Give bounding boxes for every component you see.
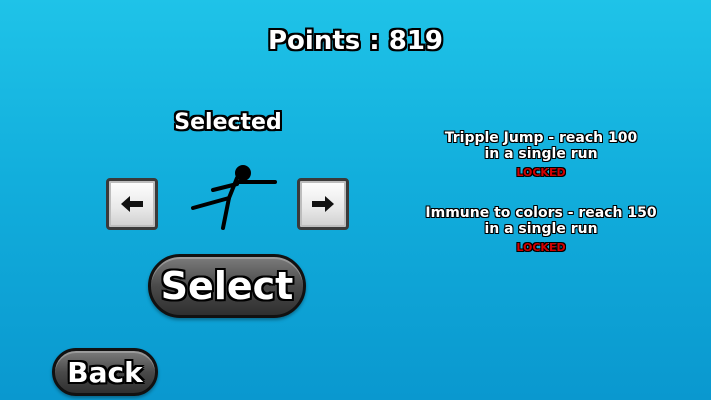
- locked-status: LOCKED: [516, 166, 566, 179]
- select-button-label: Select: [160, 264, 294, 308]
- unlock-item-tripple-jump: Tripple Jump - reach 100 in a single run…: [400, 130, 682, 179]
- next-character-button[interactable]: [297, 178, 349, 230]
- locked-status: LOCKED: [516, 241, 566, 254]
- unlock-requirement-detail: in a single run: [484, 221, 598, 237]
- arrow-right-icon: [312, 196, 334, 212]
- unlock-requirement: Tripple Jump - reach 100: [444, 130, 638, 146]
- unlock-item-immune-to-colors: Immune to colors - reach 150 in a single…: [400, 205, 682, 254]
- select-button[interactable]: Select: [148, 254, 306, 318]
- stickman-runner-icon: [191, 165, 277, 230]
- points-counter: Points : 819: [267, 26, 444, 56]
- arrow-left-icon: [121, 196, 143, 212]
- selected-label: Selected: [174, 110, 282, 135]
- back-button[interactable]: Back: [52, 348, 158, 396]
- previous-character-button[interactable]: [106, 178, 158, 230]
- unlock-requirement-detail: in a single run: [484, 146, 598, 162]
- unlock-requirement: Immune to colors - reach 150: [425, 205, 657, 221]
- back-button-label: Back: [67, 355, 143, 389]
